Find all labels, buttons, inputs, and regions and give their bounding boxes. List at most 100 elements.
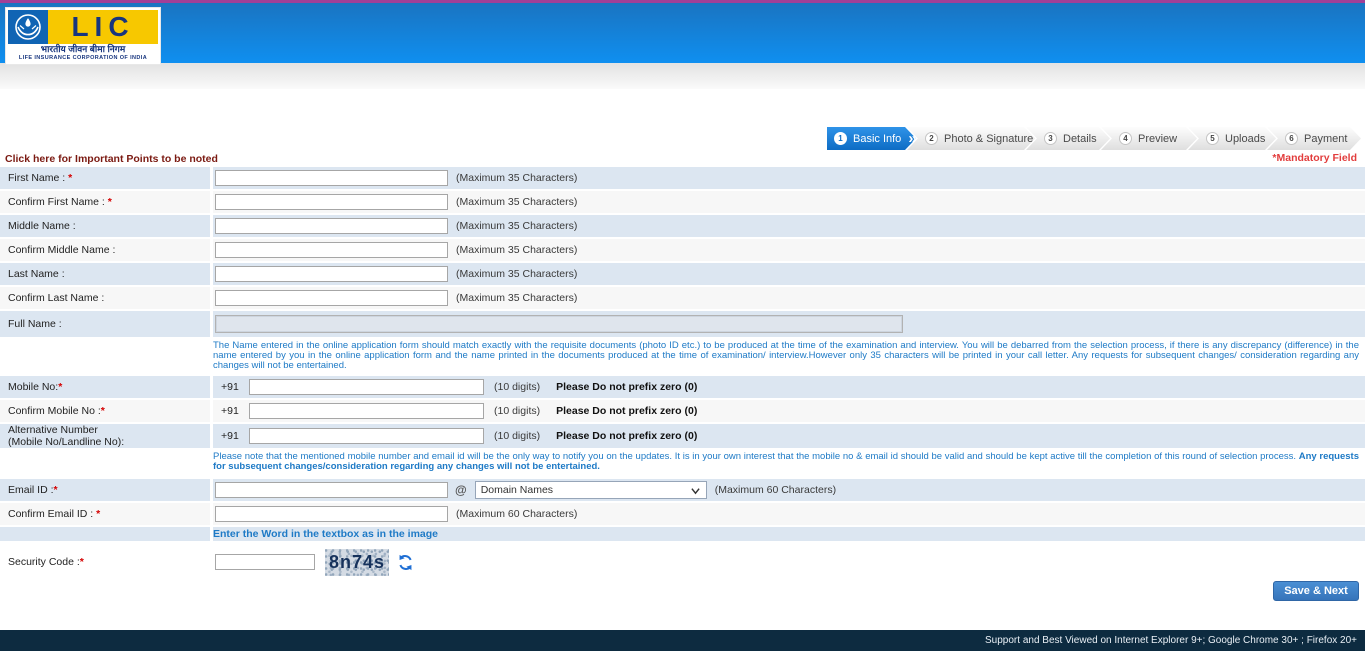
- contact-notice-row: Please note that the mentioned mobile nu…: [0, 450, 1365, 477]
- step-number-badge: 1: [834, 132, 847, 145]
- form-row-confirm-last-name: Confirm Last Name : (Maximum 35 Characte…: [0, 287, 1365, 309]
- full-name-label: Full Name :: [8, 318, 210, 330]
- form-row-email-id: Email ID :* @ Domain Names (Maximum 60 C…: [0, 479, 1365, 501]
- mobile-zero-note: Please Do not prefix zero (0): [556, 381, 697, 393]
- mobile-zero-note: Please Do not prefix zero (0): [556, 430, 697, 442]
- tab-basic-info[interactable]: 1 Basic Info »: [827, 127, 916, 150]
- mobile-digits-hint: (10 digits): [494, 430, 540, 442]
- form-row-confirm-mobile-no: Confirm Mobile No :* +91 (10 digits) Ple…: [0, 400, 1365, 422]
- step-number-badge: 6: [1285, 132, 1298, 145]
- confirm-email-hint: (Maximum 60 Characters): [456, 508, 577, 520]
- step-number-badge: 2: [925, 132, 938, 145]
- alternative-number-sublabel: (Mobile No/Landline No):: [8, 436, 210, 448]
- confirm-middle-name-label: Confirm Middle Name :: [8, 244, 210, 256]
- required-asterisk: *: [108, 196, 112, 208]
- mobile-prefix: +91: [221, 430, 241, 442]
- middle-name-hint: (Maximum 35 Characters): [456, 220, 577, 232]
- confirm-first-name-label: Confirm First Name : *: [8, 196, 210, 208]
- tab-uploads[interactable]: 5 Uploads: [1188, 127, 1276, 150]
- confirm-last-name-hint: (Maximum 35 Characters): [456, 292, 577, 304]
- middle-name-input[interactable]: [215, 218, 448, 234]
- lic-logo-text: LIC: [71, 13, 134, 41]
- form-row-first-name: First Name : * (Maximum 35 Characters): [0, 167, 1365, 189]
- first-name-hint: (Maximum 35 Characters): [456, 172, 577, 184]
- at-symbol-icon: @: [455, 483, 467, 497]
- first-name-input[interactable]: [215, 170, 448, 186]
- chevron-down-icon: [691, 486, 700, 495]
- confirm-email-id-input[interactable]: [215, 506, 448, 522]
- form-row-full-name: Full Name :: [0, 311, 1365, 337]
- tab-preview[interactable]: 4 Preview: [1101, 127, 1197, 150]
- confirm-email-id-label: Confirm Email ID : *: [8, 508, 210, 520]
- contact-notice-text: Please note that the mentioned mobile nu…: [213, 452, 1359, 474]
- security-code-label: Security Code :*: [8, 556, 210, 568]
- alternative-number-label: Alternative Number: [8, 424, 210, 436]
- mobile-digits-hint: (10 digits): [494, 405, 540, 417]
- required-asterisk: *: [54, 484, 58, 496]
- step-number-badge: 3: [1044, 132, 1057, 145]
- alternative-number-input[interactable]: [249, 428, 484, 444]
- required-asterisk: *: [68, 172, 72, 184]
- captcha-image: 8n74s: [325, 549, 389, 576]
- security-code-input[interactable]: [215, 554, 315, 570]
- confirm-first-name-input[interactable]: [215, 194, 448, 210]
- refresh-captcha-icon[interactable]: [397, 554, 414, 571]
- tab-payment[interactable]: 6 Payment: [1267, 127, 1361, 150]
- name-notice-row: The Name entered in the online applicati…: [0, 339, 1365, 374]
- mobile-prefix: +91: [221, 405, 241, 417]
- required-asterisk: *: [58, 381, 62, 393]
- footer-support-text: Support and Best Viewed on Internet Expl…: [985, 635, 1357, 646]
- full-name-input: [215, 315, 903, 333]
- tab-photo-signature[interactable]: 2 Photo & Signature: [907, 127, 1035, 150]
- mobile-no-input[interactable]: [249, 379, 484, 395]
- basic-info-form: First Name : * (Maximum 35 Characters) C…: [0, 167, 1365, 583]
- form-row-confirm-first-name: Confirm First Name : * (Maximum 35 Chara…: [0, 191, 1365, 213]
- form-row-confirm-middle-name: Confirm Middle Name : (Maximum 35 Charac…: [0, 239, 1365, 261]
- step-number-badge: 4: [1119, 132, 1132, 145]
- form-row-confirm-email-id: Confirm Email ID : * (Maximum 60 Charact…: [0, 503, 1365, 525]
- confirm-mobile-no-label: Confirm Mobile No :*: [8, 405, 210, 417]
- lic-logo: LIC भारतीय जीवन बीमा निगम LIFE INSURANCE…: [5, 7, 161, 65]
- tab-details[interactable]: 3 Details: [1026, 127, 1110, 150]
- mandatory-field-note: *Mandatory Field: [1272, 152, 1357, 164]
- last-name-label: Last Name :: [8, 268, 210, 280]
- save-next-button[interactable]: Save & Next: [1273, 581, 1359, 601]
- captcha-instruction-row: Enter the Word in the textbox as in the …: [0, 527, 1365, 541]
- mobile-no-label: Mobile No:*: [8, 381, 210, 393]
- lic-hindi-name: भारतीय जीवन बीमा निगम: [8, 44, 158, 55]
- lic-emblem-icon: [8, 10, 48, 44]
- confirm-last-name-input[interactable]: [215, 290, 448, 306]
- form-row-last-name: Last Name : (Maximum 35 Characters): [0, 263, 1365, 285]
- form-row-mobile-no: Mobile No:* +91 (10 digits) Please Do no…: [0, 376, 1365, 398]
- email-hint: (Maximum 60 Characters): [715, 484, 836, 496]
- form-row-middle-name: Middle Name : (Maximum 35 Characters): [0, 215, 1365, 237]
- middle-name-label: Middle Name :: [8, 220, 210, 232]
- form-row-security-code: Security Code :* 8n74s: [0, 543, 1365, 581]
- mobile-digits-hint: (10 digits): [494, 381, 540, 393]
- confirm-last-name-label: Confirm Last Name :: [8, 292, 210, 304]
- domain-select[interactable]: Domain Names: [475, 481, 707, 499]
- header-subbar: [0, 63, 1365, 89]
- footer-bar: Support and Best Viewed on Internet Expl…: [0, 630, 1365, 651]
- step-wizard: 1 Basic Info » 2 Photo & Signature 3 Det…: [827, 127, 1361, 150]
- lic-logo-top: LIC: [8, 10, 158, 44]
- mobile-zero-note: Please Do not prefix zero (0): [556, 405, 697, 417]
- lic-logo-yellow-box: LIC: [48, 10, 158, 44]
- confirm-middle-name-hint: (Maximum 35 Characters): [456, 244, 577, 256]
- email-id-label: Email ID :*: [8, 484, 210, 496]
- required-asterisk: *: [80, 556, 84, 568]
- confirm-first-name-hint: (Maximum 35 Characters): [456, 196, 577, 208]
- step-number-badge: 5: [1206, 132, 1219, 145]
- required-asterisk: *: [96, 508, 100, 520]
- email-id-input[interactable]: [215, 482, 448, 498]
- confirm-middle-name-input[interactable]: [215, 242, 448, 258]
- last-name-input[interactable]: [215, 266, 448, 282]
- last-name-hint: (Maximum 35 Characters): [456, 268, 577, 280]
- lic-application-page: LIC भारतीय जीवन बीमा निगम LIFE INSURANCE…: [0, 0, 1365, 651]
- mobile-prefix: +91: [221, 381, 241, 393]
- important-points-link[interactable]: Click here for Important Points to be no…: [5, 153, 218, 165]
- lic-english-name: LIFE INSURANCE CORPORATION OF INDIA: [8, 55, 158, 62]
- confirm-mobile-no-input[interactable]: [249, 403, 484, 419]
- first-name-label: First Name : *: [8, 172, 210, 184]
- captcha-instruction-text: Enter the Word in the textbox as in the …: [213, 527, 1365, 541]
